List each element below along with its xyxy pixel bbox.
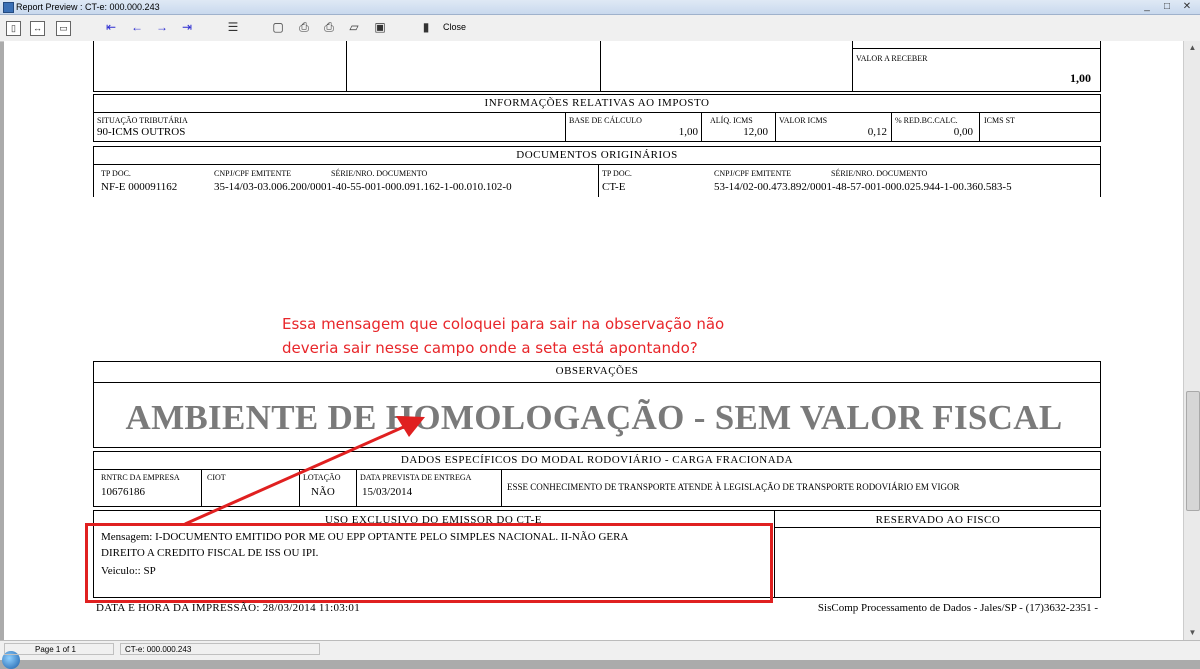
maximize-button[interactable]: □ <box>1158 1 1176 13</box>
document-indicator: CT-e: 000.000.243 <box>120 643 320 655</box>
vertical-scrollbar[interactable]: ▲ ▼ <box>1183 41 1200 640</box>
first-page-icon[interactable]: ⇤ <box>103 19 119 35</box>
last-page-icon[interactable]: ⇥ <box>179 19 195 35</box>
next-page-icon[interactable]: → <box>154 19 170 35</box>
report-page: VALOR A RECEBER 1,00 INFORMAÇÕES RELATIV… <box>4 41 1183 640</box>
arrow-shaft <box>184 419 418 526</box>
window-title: Report Preview : CT-e: 000.000.243 <box>16 2 160 12</box>
window-controls: _ □ ✕ <box>1138 1 1196 13</box>
empresa-text: SisComp Processamento de Dados - Jales/S… <box>817 602 1098 614</box>
toolbar: ▯ ↔ ▭ ⇤ ← → ⇥ ☰ ▢ ⎙ ⎙ ▱ ▣ ▮ Close <box>0 15 1200 42</box>
print-icon[interactable]: ⎙ <box>321 19 337 35</box>
page-indicator: Page 1 of 1 <box>4 643 114 655</box>
goto-page-icon[interactable]: ☰ <box>225 19 241 35</box>
minimize-button[interactable]: _ <box>1138 1 1156 13</box>
app-icon <box>3 2 14 13</box>
scroll-up-icon[interactable]: ▲ <box>1184 41 1200 55</box>
arrow-head <box>396 416 425 437</box>
page-setup-icon[interactable]: ▢ <box>270 19 286 35</box>
close-window-button[interactable]: ✕ <box>1178 1 1196 13</box>
annotation-arrow <box>184 416 425 526</box>
printer-setup-icon[interactable]: ⎙ <box>296 19 312 35</box>
scroll-thumb[interactable] <box>1186 391 1200 511</box>
open-folder-icon[interactable]: ▱ <box>346 19 362 35</box>
whole-page-icon[interactable]: ▯ <box>6 21 21 36</box>
page-width-icon[interactable]: ↔ <box>30 21 45 36</box>
exit-icon[interactable]: ▮ <box>418 19 434 35</box>
save-icon[interactable]: ▣ <box>372 19 388 35</box>
status-bar: Page 1 of 1 CT-e: 000.000.243 <box>0 640 1200 669</box>
title-bar: Report Preview : CT-e: 000.000.243 _ □ ✕ <box>0 0 1200 15</box>
scroll-down-icon[interactable]: ▼ <box>1184 626 1200 640</box>
zoom-100-icon[interactable]: ▭ <box>56 21 71 36</box>
previous-page-icon[interactable]: ← <box>129 19 145 35</box>
close-button[interactable]: Close <box>443 22 466 32</box>
impressao-text: DATA E HORA DA IMPRESSÃO: 28/03/2014 11:… <box>96 602 361 614</box>
